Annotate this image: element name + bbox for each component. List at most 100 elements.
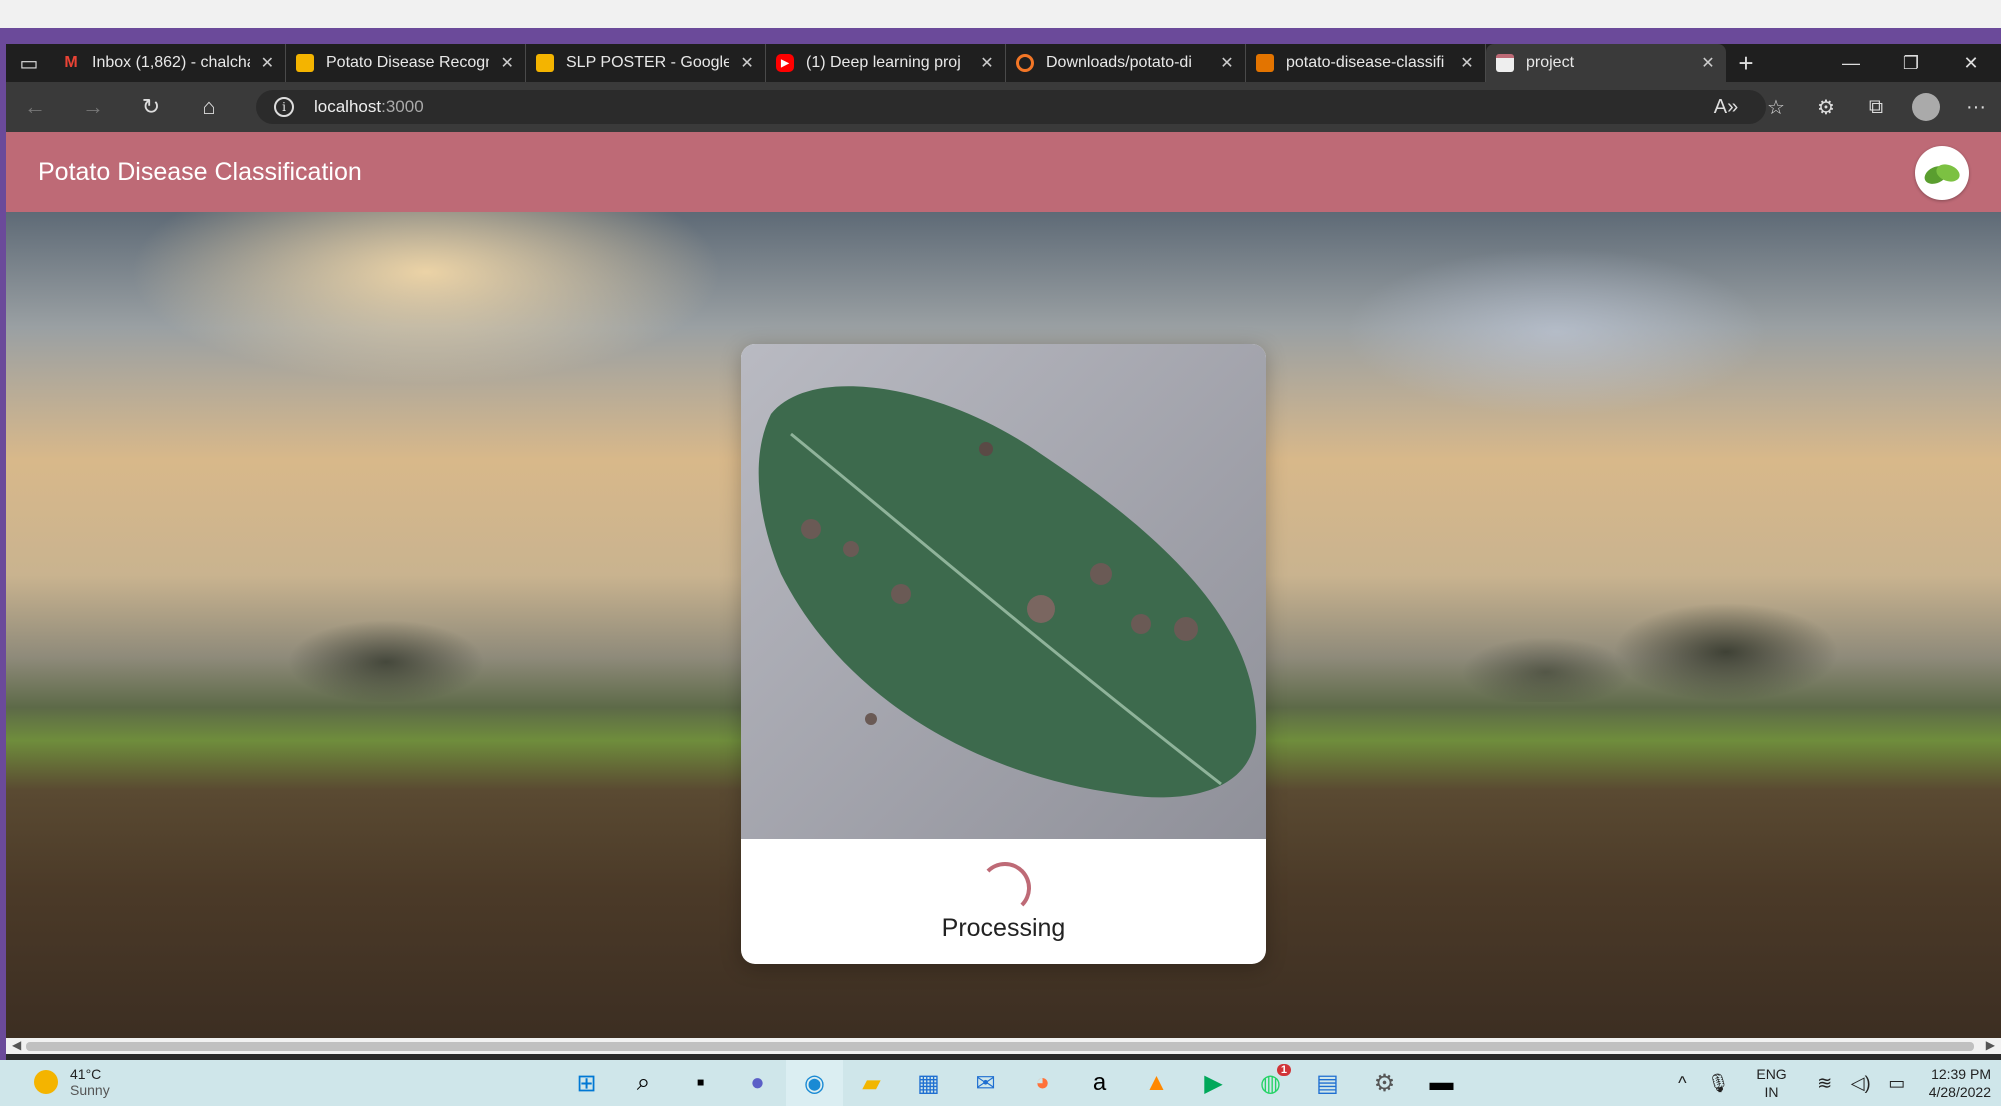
date: 4/28/2022 [1928,1084,1991,1100]
lang-code: ENG [1756,1066,1787,1082]
settings-icon[interactable]: ⚙ [1356,1060,1413,1106]
close-icon[interactable]: ✕ [739,53,755,73]
tab-title: Inbox (1,862) - chalcha [92,54,250,71]
web-page: Potato Disease Classification Processing… [6,132,2001,1084]
task-view-icon[interactable]: ▪ [672,1060,729,1106]
app-title: Potato Disease Classification [38,157,362,186]
battery-icon[interactable]: ▭ [1879,1073,1915,1094]
toolbar-right: A» ☆ ⚙ ⧉ ··· [1701,82,2001,132]
screen-top-margin [0,0,2001,28]
upload-card: Processing [741,344,1266,964]
profile-avatar[interactable] [1912,93,1940,121]
tab-notebook[interactable]: potato-disease-classifi ✕ [1246,44,1486,82]
file-explorer-icon[interactable]: ▰ [843,1060,900,1106]
teams-chat-icon[interactable]: ● [729,1060,786,1106]
lang-region: IN [1764,1084,1779,1100]
leaf-preview-image [741,344,1266,839]
page-icon [1496,54,1514,72]
mail-icon[interactable]: ✉ [957,1060,1014,1106]
app-header: Potato Disease Classification [6,132,2001,212]
close-icon[interactable]: ✕ [979,53,995,73]
scroll-left-icon[interactable]: ◀ [12,1038,21,1052]
leaf-logo-icon [1915,146,1969,200]
loading-spinner [979,862,1031,914]
tab-potato-slides[interactable]: Potato Disease Recogn ✕ [286,44,526,82]
jupyter-icon [1016,54,1034,72]
taskbar-apps: ⊞ ⌕ ▪ ● ◉ ▰ ▦ ✉ ◕ a ▲ ▶ ◍ 1 ▤ ⚙ ▬ [558,1060,1470,1106]
notepad-icon[interactable]: ▤ [1299,1060,1356,1106]
url-host: localhost [314,97,382,116]
language-indicator[interactable]: ENG IN [1756,1065,1786,1101]
collections-icon[interactable]: ⧉ [1851,96,1901,119]
notebook-icon [1256,54,1274,72]
tab-project[interactable]: project ✕ [1486,44,1726,82]
search-icon[interactable]: ⌕ [615,1060,672,1106]
sun-icon [34,1070,58,1094]
tab-slp-poster[interactable]: SLP POSTER - Google ✕ [526,44,766,82]
tab-youtube[interactable]: ▶ (1) Deep learning proj ✕ [766,44,1006,82]
address-bar: ← → ↻ ⌂ i localhost:3000 A» ☆ ⚙ ⧉ ··· [6,82,2001,132]
vlc-icon[interactable]: ▲ [1128,1060,1185,1106]
status-text: Processing [941,914,1066,942]
weather-condition: Sunny [70,1082,110,1098]
tab-title: Potato Disease Recogn [326,54,490,71]
slides-icon [536,54,554,72]
terminal-icon[interactable]: ▬ [1413,1060,1470,1106]
volume-icon[interactable]: ◁) [1843,1073,1879,1094]
new-tab-icon[interactable]: + [1726,48,1766,79]
scroll-right-icon[interactable]: ▶ [1986,1038,1995,1052]
close-icon[interactable]: ✕ [260,53,275,73]
close-icon[interactable]: ✕ [499,53,515,73]
tab-title: potato-disease-classifi [1286,54,1445,71]
window-controls: — ❐ ✕ [1821,53,2001,74]
clock[interactable]: 12:39 PM 4/28/2022 [1929,1065,1991,1101]
system-tray: ^ 🎙 ENG IN ≋ ◁) ▭ 12:39 PM 4/28/2022 [1664,1060,1991,1106]
scrollbar-thumb[interactable] [26,1042,1974,1051]
home-icon[interactable]: ⌂ [180,82,238,132]
tab-title: SLP POSTER - Google [566,54,730,71]
meet-icon[interactable]: ▶ [1185,1060,1242,1106]
microphone-icon[interactable]: 🎙 [1700,1073,1736,1094]
time: 12:39 PM [1931,1066,1991,1082]
forward-icon[interactable]: → [64,82,122,132]
tab-bar: ▭ M Inbox (1,862) - chalcha ✕ Potato Dis… [6,44,2001,82]
close-icon[interactable]: ✕ [1459,53,1475,73]
store-icon[interactable]: ▦ [900,1060,957,1106]
tab-title: (1) Deep learning proj [806,54,961,71]
notification-badge: 1 [1276,1064,1291,1076]
temperature: 41°C [70,1066,102,1082]
back-icon[interactable]: ← [6,82,64,132]
url-input[interactable]: i localhost:3000 [256,90,1766,124]
close-icon[interactable]: ✕ [1700,53,1716,73]
favorites-icon[interactable]: ☆ [1751,95,1801,120]
tab-actions-icon[interactable]: ▭ [6,44,52,82]
firefox-icon[interactable]: ◕ [1014,1060,1071,1106]
windows-start-icon[interactable]: ⊞ [558,1060,615,1106]
horizontal-scrollbar[interactable]: ◀ ▶ [6,1038,2001,1054]
tab-gmail[interactable]: M Inbox (1,862) - chalcha ✕ [52,44,286,82]
read-aloud-icon[interactable]: A» [1701,96,1751,119]
tab-title: Downloads/potato-di [1046,54,1192,71]
close-icon[interactable]: ✕ [1219,53,1235,73]
info-icon[interactable]: i [274,97,294,117]
url-port: :3000 [381,97,424,116]
extensions-icon[interactable]: ⚙ [1801,95,1851,120]
whatsapp-icon[interactable]: ◍ 1 [1242,1060,1299,1106]
browser-window: ▭ M Inbox (1,862) - chalcha ✕ Potato Dis… [6,44,2001,1060]
more-icon[interactable]: ··· [1951,96,2001,119]
youtube-icon: ▶ [776,54,794,72]
wifi-icon[interactable]: ≋ [1807,1073,1843,1094]
tab-title: project [1526,54,1575,71]
chevron-up-icon[interactable]: ^ [1664,1073,1700,1094]
restore-icon[interactable]: ❐ [1881,53,1941,74]
minimize-icon[interactable]: — [1821,53,1881,74]
amazon-icon[interactable]: a [1071,1060,1128,1106]
tab-jupyter[interactable]: Downloads/potato-di ✕ [1006,44,1246,82]
slides-icon [296,54,314,72]
taskbar: 41°C Sunny ⊞ ⌕ ▪ ● ◉ ▰ ▦ ✉ ◕ a ▲ ▶ ◍ 1 ▤ … [0,1060,2001,1106]
weather-widget[interactable]: 41°C Sunny [34,1066,110,1098]
refresh-icon[interactable]: ↻ [122,82,180,132]
gmail-icon: M [64,54,78,71]
close-window-icon[interactable]: ✕ [1941,53,2001,74]
edge-icon[interactable]: ◉ [786,1060,843,1106]
